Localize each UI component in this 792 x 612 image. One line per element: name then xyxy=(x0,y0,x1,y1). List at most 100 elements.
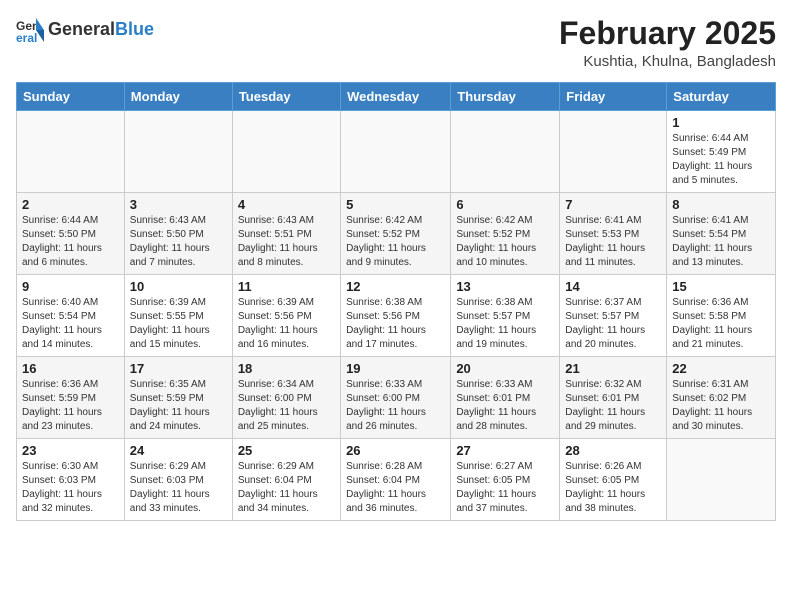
calendar-cell: 19Sunrise: 6:33 AM Sunset: 6:00 PM Dayli… xyxy=(341,357,451,439)
day-number: 17 xyxy=(130,361,227,376)
svg-text:eral: eral xyxy=(16,31,37,44)
week-row-4: 16Sunrise: 6:36 AM Sunset: 5:59 PM Dayli… xyxy=(17,357,776,439)
day-number: 7 xyxy=(565,197,661,212)
week-row-2: 2 Sunrise: 6:44 AM Sunset: 5:50 PM Daylig… xyxy=(17,193,776,275)
calendar-cell: 9Sunrise: 6:40 AM Sunset: 5:54 PM Daylig… xyxy=(17,275,125,357)
calendar-cell: 17 Sunrise: 6:35 AM Sunset: 5:59 PM Dayli… xyxy=(124,357,232,439)
logo-icon: Gen eral xyxy=(16,16,44,44)
calendar-cell xyxy=(124,111,232,193)
calendar-cell: 27Sunrise: 6:27 AM Sunset: 6:05 PM Dayli… xyxy=(451,439,560,521)
day-info: Sunrise: 6:44 AM Sunset: 5:49 PM Dayligh… xyxy=(672,132,770,188)
day-info: Sunrise: 6:32 AM Sunset: 6:01 PM Dayligh… xyxy=(565,378,661,434)
day-number: 8 xyxy=(672,197,770,212)
title-area: February 2025 Kushtia, Khulna, Banglades… xyxy=(559,16,776,70)
day-number: 25 xyxy=(238,443,335,458)
calendar-cell xyxy=(341,111,451,193)
calendar-cell: 22 Sunrise: 6:31 AM Sunset: 6:02 PM Dayli… xyxy=(667,357,776,439)
calendar-cell: 3 Sunrise: 6:43 AM Sunset: 5:50 PM Daylig… xyxy=(124,193,232,275)
day-info: Sunrise: 6:33 AM Sunset: 6:01 PM Dayligh… xyxy=(456,378,554,434)
calendar-cell: 16Sunrise: 6:36 AM Sunset: 5:59 PM Dayli… xyxy=(17,357,125,439)
day-number: 18 xyxy=(238,361,335,376)
calendar-cell: 23Sunrise: 6:30 AM Sunset: 6:03 PM Dayli… xyxy=(17,439,125,521)
day-info: Sunrise: 6:43 AM Sunset: 5:51 PM Dayligh… xyxy=(238,214,335,270)
weekday-header-row: SundayMondayTuesdayWednesdayThursdayFrid… xyxy=(17,83,776,111)
day-info: Sunrise: 6:29 AM Sunset: 6:04 PM Dayligh… xyxy=(238,460,335,516)
day-info: Sunrise: 6:37 AM Sunset: 5:57 PM Dayligh… xyxy=(565,296,661,352)
day-number: 3 xyxy=(130,197,227,212)
logo-general: GeneralBlue xyxy=(48,20,154,40)
day-number: 10 xyxy=(130,279,227,294)
calendar-cell xyxy=(451,111,560,193)
day-info: Sunrise: 6:39 AM Sunset: 5:56 PM Dayligh… xyxy=(238,296,335,352)
weekday-header-monday: Monday xyxy=(124,83,232,111)
day-number: 28 xyxy=(565,443,661,458)
day-number: 1 xyxy=(672,115,770,130)
day-info: Sunrise: 6:38 AM Sunset: 5:56 PM Dayligh… xyxy=(346,296,445,352)
calendar-cell: 4 Sunrise: 6:43 AM Sunset: 5:51 PM Daylig… xyxy=(232,193,340,275)
day-info: Sunrise: 6:38 AM Sunset: 5:57 PM Dayligh… xyxy=(456,296,554,352)
day-info: Sunrise: 6:42 AM Sunset: 5:52 PM Dayligh… xyxy=(346,214,445,270)
calendar-cell: 8 Sunrise: 6:41 AM Sunset: 5:54 PM Daylig… xyxy=(667,193,776,275)
week-row-3: 9Sunrise: 6:40 AM Sunset: 5:54 PM Daylig… xyxy=(17,275,776,357)
calendar-cell: 25 Sunrise: 6:29 AM Sunset: 6:04 PM Dayli… xyxy=(232,439,340,521)
day-info: Sunrise: 6:36 AM Sunset: 5:58 PM Dayligh… xyxy=(672,296,770,352)
day-info: Sunrise: 6:41 AM Sunset: 5:53 PM Dayligh… xyxy=(565,214,661,270)
day-number: 6 xyxy=(456,197,554,212)
weekday-header-thursday: Thursday xyxy=(451,83,560,111)
day-number: 20 xyxy=(456,361,554,376)
calendar-cell: 21 Sunrise: 6:32 AM Sunset: 6:01 PM Dayli… xyxy=(560,357,667,439)
day-info: Sunrise: 6:34 AM Sunset: 6:00 PM Dayligh… xyxy=(238,378,335,434)
calendar-cell: 2 Sunrise: 6:44 AM Sunset: 5:50 PM Daylig… xyxy=(17,193,125,275)
day-number: 22 xyxy=(672,361,770,376)
day-info: Sunrise: 6:30 AM Sunset: 6:03 PM Dayligh… xyxy=(22,460,119,516)
calendar-cell: 1 Sunrise: 6:44 AM Sunset: 5:49 PM Daylig… xyxy=(667,111,776,193)
weekday-header-sunday: Sunday xyxy=(17,83,125,111)
calendar-cell: 28Sunrise: 6:26 AM Sunset: 6:05 PM Dayli… xyxy=(560,439,667,521)
day-info: Sunrise: 6:29 AM Sunset: 6:03 PM Dayligh… xyxy=(130,460,227,516)
calendar-cell: 18 Sunrise: 6:34 AM Sunset: 6:00 PM Dayli… xyxy=(232,357,340,439)
weekday-header-wednesday: Wednesday xyxy=(341,83,451,111)
calendar-cell xyxy=(17,111,125,193)
day-number: 11 xyxy=(238,279,335,294)
day-info: Sunrise: 6:44 AM Sunset: 5:50 PM Dayligh… xyxy=(22,214,119,270)
calendar-cell: 14 Sunrise: 6:37 AM Sunset: 5:57 PM Dayli… xyxy=(560,275,667,357)
day-number: 13 xyxy=(456,279,554,294)
day-info: Sunrise: 6:33 AM Sunset: 6:00 PM Dayligh… xyxy=(346,378,445,434)
calendar-body: 1 Sunrise: 6:44 AM Sunset: 5:49 PM Daylig… xyxy=(17,111,776,521)
day-number: 2 xyxy=(22,197,119,212)
day-info: Sunrise: 6:35 AM Sunset: 5:59 PM Dayligh… xyxy=(130,378,227,434)
calendar-cell: 10 Sunrise: 6:39 AM Sunset: 5:55 PM Dayli… xyxy=(124,275,232,357)
day-number: 5 xyxy=(346,197,445,212)
day-number: 16 xyxy=(22,361,119,376)
calendar-cell: 12 Sunrise: 6:38 AM Sunset: 5:56 PM Dayli… xyxy=(341,275,451,357)
day-number: 14 xyxy=(565,279,661,294)
calendar-cell xyxy=(560,111,667,193)
calendar-cell: 24Sunrise: 6:29 AM Sunset: 6:03 PM Dayli… xyxy=(124,439,232,521)
calendar-cell: 6 Sunrise: 6:42 AM Sunset: 5:52 PM Daylig… xyxy=(451,193,560,275)
day-number: 12 xyxy=(346,279,445,294)
calendar-cell: 11 Sunrise: 6:39 AM Sunset: 5:56 PM Dayli… xyxy=(232,275,340,357)
calendar-cell xyxy=(667,439,776,521)
day-info: Sunrise: 6:39 AM Sunset: 5:55 PM Dayligh… xyxy=(130,296,227,352)
week-row-5: 23Sunrise: 6:30 AM Sunset: 6:03 PM Dayli… xyxy=(17,439,776,521)
day-number: 27 xyxy=(456,443,554,458)
day-info: Sunrise: 6:41 AM Sunset: 5:54 PM Dayligh… xyxy=(672,214,770,270)
calendar-cell: 13 Sunrise: 6:38 AM Sunset: 5:57 PM Dayli… xyxy=(451,275,560,357)
weekday-header-friday: Friday xyxy=(560,83,667,111)
calendar-cell: 15 Sunrise: 6:36 AM Sunset: 5:58 PM Dayli… xyxy=(667,275,776,357)
day-number: 21 xyxy=(565,361,661,376)
day-info: Sunrise: 6:43 AM Sunset: 5:50 PM Dayligh… xyxy=(130,214,227,270)
calendar: SundayMondayTuesdayWednesdayThursdayFrid… xyxy=(16,82,776,521)
day-number: 26 xyxy=(346,443,445,458)
calendar-cell: 7 Sunrise: 6:41 AM Sunset: 5:53 PM Daylig… xyxy=(560,193,667,275)
calendar-cell xyxy=(232,111,340,193)
weekday-header-saturday: Saturday xyxy=(667,83,776,111)
day-number: 4 xyxy=(238,197,335,212)
calendar-cell: 5 Sunrise: 6:42 AM Sunset: 5:52 PM Daylig… xyxy=(341,193,451,275)
day-number: 15 xyxy=(672,279,770,294)
day-info: Sunrise: 6:28 AM Sunset: 6:04 PM Dayligh… xyxy=(346,460,445,516)
subtitle: Kushtia, Khulna, Bangladesh xyxy=(559,53,776,70)
main-title: February 2025 xyxy=(559,16,776,51)
day-info: Sunrise: 6:31 AM Sunset: 6:02 PM Dayligh… xyxy=(672,378,770,434)
day-info: Sunrise: 6:42 AM Sunset: 5:52 PM Dayligh… xyxy=(456,214,554,270)
